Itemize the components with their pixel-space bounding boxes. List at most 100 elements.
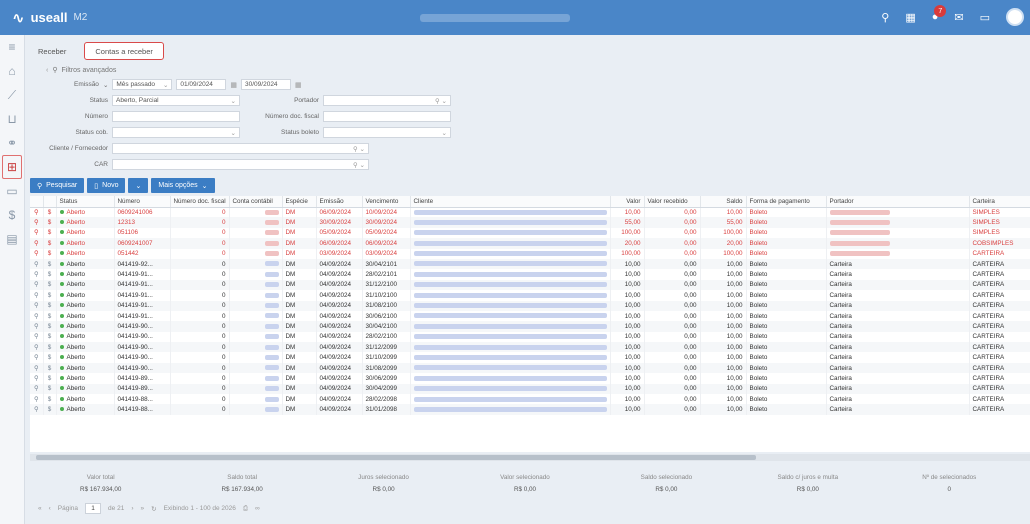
view-icon[interactable]: ⚲: [30, 300, 44, 311]
table-row[interactable]: ⚲ $ Aberto 041419-89... 0 DM 04/09/2024 30/04/2…: [30, 383, 1030, 395]
tab-receber[interactable]: Receber: [28, 42, 76, 60]
table-row[interactable]: ⚲ $ Aberto 041419-90... 0 DM 04/09/2024 28/02/2…: [30, 331, 1030, 343]
novo-dropdown-button[interactable]: ⌄: [128, 178, 149, 193]
dollar-icon[interactable]: $: [43, 227, 57, 239]
dollar-icon[interactable]: $: [0, 203, 24, 227]
table-row[interactable]: ⚲ $ Aberto 041419-91... 0 DM 04/09/2024 31/12/2…: [30, 279, 1030, 291]
col-valor[interactable]: Valor: [610, 196, 645, 208]
table-row[interactable]: ⚲ $ Aberto 041419-89... 0 DM 04/09/2024 30/06/2…: [30, 373, 1030, 384]
chat-icon[interactable]: ▭: [980, 11, 990, 24]
view-icon[interactable]: ⚲: [30, 238, 44, 249]
mail-icon[interactable]: ✉: [954, 11, 963, 24]
col-valor-recebido[interactable]: Valor recebido: [644, 196, 701, 208]
date-from-input[interactable]: 01/09/2024: [176, 79, 227, 90]
table-row[interactable]: ⚲ $ Aberto 051442 0 DM 03/09/2024 03/09/2024 100…: [30, 248, 1030, 259]
horizontal-scrollbar[interactable]: [30, 454, 1030, 461]
dollar-icon[interactable]: $: [43, 310, 57, 322]
dollar-icon[interactable]: $: [43, 300, 57, 311]
col-cliente[interactable]: Cliente: [410, 196, 611, 208]
scrollbar-thumb[interactable]: [36, 455, 756, 460]
col-carteira[interactable]: Carteira: [969, 196, 1030, 208]
dollar-icon[interactable]: $: [43, 404, 57, 415]
next-page-icon[interactable]: ›: [131, 505, 133, 512]
dollar-icon[interactable]: $: [43, 269, 57, 280]
basket-icon[interactable]: ⊔: [0, 107, 24, 131]
view-icon[interactable]: ⚲: [30, 373, 44, 384]
dollar-icon[interactable]: $: [43, 217, 57, 228]
dollar-icon[interactable]: $: [43, 321, 57, 332]
col-especie[interactable]: Espécie: [282, 196, 317, 208]
col-conta-contabil[interactable]: Conta contábil: [229, 196, 283, 208]
dollar-icon[interactable]: $: [43, 331, 57, 343]
view-icon[interactable]: ⚲: [30, 279, 44, 291]
numero-doc-input[interactable]: [323, 111, 451, 122]
view-icon[interactable]: ⚲: [30, 362, 44, 374]
mais-opcoes-button[interactable]: Mais opções ⌄: [151, 178, 215, 193]
dollar-icon[interactable]: $: [43, 238, 57, 249]
table-row[interactable]: ⚲ $ Aberto 0609241006 0 DM 06/09/2024 10/09/202…: [30, 207, 1030, 218]
table-row[interactable]: ⚲ $ Aberto 0609241007 0 DM 06/09/2024 06/09/202…: [30, 238, 1030, 249]
dollar-icon[interactable]: $: [43, 279, 57, 291]
pesquisar-button[interactable]: ⚲ Pesquisar: [30, 178, 85, 193]
home-icon[interactable]: ⌂: [0, 59, 24, 83]
dollar-icon[interactable]: $: [43, 207, 57, 218]
tab-contas-a-receber[interactable]: Contas a receber: [84, 42, 164, 60]
dollar-icon[interactable]: $: [43, 342, 57, 353]
avatar[interactable]: [1006, 8, 1024, 26]
dollar-icon[interactable]: $: [43, 383, 57, 395]
card-icon[interactable]: ▭: [0, 179, 24, 203]
view-icon[interactable]: ⚲: [30, 217, 44, 228]
calendar-icon[interactable]: ▦: [295, 81, 302, 89]
view-icon[interactable]: ⚲: [30, 207, 44, 218]
col-status[interactable]: Status: [56, 196, 115, 208]
calendar-icon[interactable]: ▦: [230, 81, 237, 89]
view-icon[interactable]: ⚲: [30, 248, 44, 259]
table-row[interactable]: ⚲ $ Aberto 041419-88... 0 DM 04/09/2024 28/02/2…: [30, 394, 1030, 405]
chart-icon[interactable]: ⟋: [0, 83, 24, 107]
table-row[interactable]: ⚲ $ Aberto 041419-90... 0 DM 04/09/2024 30/04/2…: [30, 321, 1030, 332]
col-emissao[interactable]: Emissão: [316, 196, 363, 208]
first-page-icon[interactable]: «: [38, 505, 42, 512]
table-row[interactable]: ⚲ $ Aberto 041419-91... 0 DM 04/09/2024 28/02/2…: [30, 269, 1030, 280]
calculator-icon[interactable]: ▤: [0, 227, 24, 251]
col-numero[interactable]: Número: [114, 196, 171, 208]
table-row[interactable]: ⚲ $ Aberto 051106 0 DM 05/09/2024 05/09/2024 100…: [30, 227, 1030, 239]
collapse-icon[interactable]: ‹: [46, 67, 48, 74]
group-icon[interactable]: ⚭: [0, 131, 24, 155]
dollar-icon[interactable]: $: [43, 373, 57, 384]
chevron-down-icon[interactable]: ⌄: [103, 81, 108, 89]
view-icon[interactable]: ⚲: [30, 321, 44, 332]
numero-input[interactable]: [112, 111, 240, 122]
table-row[interactable]: ⚲ $ Aberto 041419-92... 0 DM 04/09/2024 30/04/2…: [30, 258, 1030, 270]
view-icon[interactable]: ⚲: [30, 331, 44, 343]
table-row[interactable]: ⚲ $ Aberto 041419-91... 0 DM 04/09/2024 31/08/2…: [30, 300, 1030, 311]
prev-page-icon[interactable]: ‹: [49, 505, 51, 512]
menu-icon[interactable]: ≡: [0, 35, 24, 59]
table-row[interactable]: ⚲ $ Aberto 041419-91... 0 DM 04/09/2024 31/10/2…: [30, 290, 1030, 301]
col-forma-pagamento[interactable]: Forma de pagamento: [746, 196, 827, 208]
dollar-icon[interactable]: $: [43, 290, 57, 301]
dollar-icon[interactable]: $: [43, 362, 57, 374]
dollar-icon[interactable]: $: [43, 352, 57, 363]
table-row[interactable]: ⚲ $ Aberto 041419-88... 0 DM 04/09/2024 31/01/2…: [30, 404, 1030, 415]
search-icon[interactable]: ⚲: [881, 11, 889, 24]
view-icon[interactable]: ⚲: [30, 342, 44, 353]
app-logo[interactable]: ∿ useall M2: [12, 9, 87, 27]
table-row[interactable]: ⚲ $ Aberto 041419-90... 0 DM 04/09/2024 31/12/2…: [30, 342, 1030, 353]
view-icon[interactable]: ⚲: [30, 310, 44, 322]
emissao-period-select[interactable]: Mês passado ⌄: [112, 79, 173, 90]
date-to-input[interactable]: 30/09/2024: [241, 79, 292, 90]
notifications-icon[interactable]: ● 7: [932, 5, 947, 23]
link-icon[interactable]: ∞: [255, 505, 260, 512]
car-input[interactable]: ⚲ ⌄: [112, 159, 369, 170]
table-row[interactable]: ⚲ $ Aberto 041419-90... 0 DM 04/09/2024 31/10/2…: [30, 352, 1030, 363]
refresh-icon[interactable]: ↻: [151, 505, 156, 513]
last-page-icon[interactable]: »: [141, 505, 145, 512]
table-row[interactable]: ⚲ $ Aberto 041419-90... 0 DM 04/09/2024 31/08/2…: [30, 362, 1030, 374]
view-icon[interactable]: ⚲: [30, 290, 44, 301]
view-icon[interactable]: ⚲: [30, 227, 44, 239]
col-vencimento[interactable]: Vencimento: [362, 196, 411, 208]
col-numero-doc[interactable]: Número doc. fiscal: [170, 196, 230, 208]
table-row[interactable]: ⚲ $ Aberto 12313 0 DM 30/09/2024 30/09/2024 55,0…: [30, 217, 1030, 228]
advanced-filters-link[interactable]: Filtros avançados: [61, 67, 116, 74]
